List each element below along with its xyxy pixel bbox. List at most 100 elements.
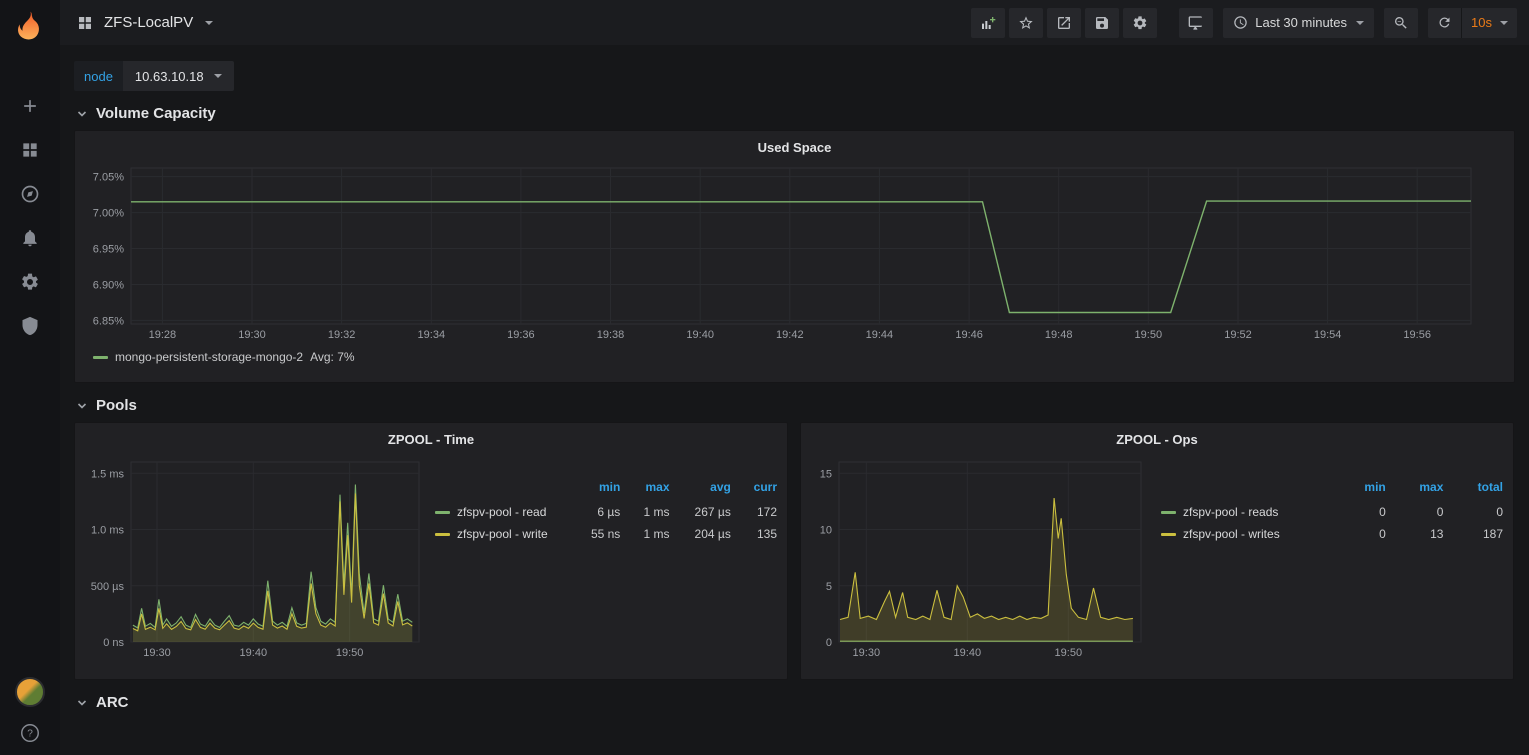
pools-panels-row: ZPOOL - Time 19:3019:4019:501.5 ms1.0 ms… [74, 422, 1515, 680]
legend-column-header[interactable]: avg [670, 478, 731, 501]
legend-value: 172 [731, 501, 777, 523]
legend-row: zfspv-pool - write55 ns1 ms204 µs135 [435, 523, 777, 545]
refresh-now-button[interactable] [1428, 8, 1461, 38]
grafana-app: ? ZFS-LocalPV [0, 0, 1529, 755]
sidebar-bottom: ? [15, 677, 45, 743]
refresh-interval-label: 10s [1471, 15, 1492, 30]
dashboard-grid-icon [76, 14, 94, 32]
gear-icon [20, 272, 40, 292]
series-color-swatch [1161, 533, 1176, 536]
row-header-pools[interactable]: Pools [74, 383, 1515, 422]
legend-column-spacer [1161, 478, 1332, 501]
sidebar-item-explore[interactable] [18, 184, 42, 204]
chevron-down-icon [1356, 21, 1364, 25]
legend-value: 0 [1386, 501, 1444, 523]
y-tick-label: 1.5 ms [91, 468, 125, 480]
panel-title[interactable]: ZPOOL - Ops [809, 429, 1505, 452]
plot-frame [131, 462, 419, 642]
zpool-time-legend: minmaxavgcurrzfspv-pool - read6 µs1 ms26… [425, 452, 779, 545]
bell-icon [20, 228, 40, 248]
series-color-swatch [435, 511, 450, 514]
legend-series-name[interactable]: zfspv-pool - writes [1183, 527, 1280, 541]
user-avatar[interactable] [15, 677, 45, 707]
legend-column-header[interactable]: max [620, 478, 669, 501]
refresh-picker[interactable]: 10s [1428, 8, 1517, 38]
x-tick-label: 19:30 [143, 647, 171, 659]
legend-row: zfspv-pool - writes013187 [1161, 523, 1503, 545]
variable-value-dropdown[interactable]: 10.63.10.18 [123, 61, 234, 91]
submenu-row: node 10.63.10.18 [74, 61, 1515, 91]
y-tick-label: 500 µs [91, 581, 125, 593]
legend-column-header[interactable]: min [567, 478, 620, 501]
legend-stat: Avg: 7% [310, 350, 354, 364]
y-tick-label: 5 [826, 581, 832, 593]
y-tick-label: 6.95% [93, 244, 124, 256]
chevron-down-icon [76, 108, 88, 120]
y-tick-label: 10 [820, 525, 832, 537]
navbar: ZFS-LocalPV [60, 0, 1529, 45]
legend-series-name[interactable]: mongo-persistent-storage-mongo-2 [115, 350, 303, 364]
y-tick-label: 6.90% [93, 280, 124, 292]
x-tick-label: 19:52 [1224, 329, 1252, 341]
zpool-ops-chart[interactable]: 19:3019:4019:50151050 [809, 452, 1151, 664]
legend-series-name[interactable]: zfspv-pool - read [457, 505, 546, 519]
star-dashboard-button[interactable] [1009, 8, 1043, 38]
zpool-ops-legend: minmaxtotalzfspv-pool - reads000zfspv-po… [1151, 452, 1505, 545]
sidebar-item-help[interactable]: ? [18, 723, 42, 743]
legend-column-header[interactable]: total [1443, 478, 1503, 501]
legend-table: minmaxtotalzfspv-pool - reads000zfspv-po… [1161, 478, 1503, 545]
x-tick-label: 19:28 [149, 329, 177, 341]
legend-value: 0 [1332, 501, 1386, 523]
y-tick-label: 0 [826, 637, 832, 649]
sidebar-item-dashboards[interactable] [18, 140, 42, 160]
share-dashboard-button[interactable] [1047, 8, 1081, 38]
x-tick-label: 19:56 [1403, 329, 1431, 341]
legend-value: 187 [1443, 523, 1503, 545]
zoom-out-icon [1393, 15, 1409, 31]
series-color-swatch [93, 356, 108, 359]
series-color-swatch [435, 533, 450, 536]
legend-series-name[interactable]: zfspv-pool - write [457, 527, 548, 541]
time-range-picker[interactable]: Last 30 minutes [1223, 8, 1374, 38]
add-panel-button[interactable] [971, 8, 1005, 38]
sidebar-item-alerting[interactable] [18, 228, 42, 248]
dashboard-settings-button[interactable] [1123, 8, 1157, 38]
x-tick-label: 19:50 [1055, 647, 1083, 659]
gear-icon [1132, 15, 1148, 31]
legend-value: 135 [731, 523, 777, 545]
legend-column-header[interactable]: min [1332, 478, 1386, 501]
zpool-time-chart[interactable]: 19:3019:4019:501.5 ms1.0 ms500 µs0 ns [83, 452, 425, 664]
legend-column-header[interactable]: curr [731, 478, 777, 501]
x-tick-label: 19:50 [336, 647, 364, 659]
refresh-interval-button[interactable]: 10s [1462, 8, 1517, 38]
panel-used-space: Used Space 19:2819:3019:3219:3419:3619:3… [74, 130, 1515, 383]
y-tick-label: 7.05% [93, 172, 124, 184]
cycle-view-mode-button[interactable] [1179, 8, 1213, 38]
legend-row: zfspv-pool - reads000 [1161, 501, 1503, 523]
row-header-arc[interactable]: ARC [74, 680, 1515, 719]
x-tick-label: 19:40 [954, 647, 982, 659]
x-tick-label: 19:32 [328, 329, 356, 341]
main-area: ZFS-LocalPV [60, 0, 1529, 755]
template-variable-node: node 10.63.10.18 [74, 61, 234, 91]
panel-title[interactable]: Used Space [83, 137, 1506, 160]
star-icon [1018, 15, 1034, 31]
x-tick-label: 19:44 [866, 329, 894, 341]
save-dashboard-button[interactable] [1085, 8, 1119, 38]
sidebar-item-create[interactable] [18, 96, 42, 116]
legend-column-header[interactable]: max [1386, 478, 1444, 501]
row-title: ARC [96, 694, 129, 711]
used-space-chart[interactable]: 19:2819:3019:3219:3419:3619:3819:4019:42… [83, 160, 1505, 346]
dashboard-title-button[interactable]: ZFS-LocalPV [76, 14, 213, 32]
legend-item[interactable]: mongo-persistent-storage-mongo-2 Avg: 7% [93, 350, 355, 364]
sidebar-item-server-admin[interactable] [18, 316, 42, 336]
chevron-down-icon [76, 400, 88, 412]
zoom-out-time-button[interactable] [1384, 8, 1418, 38]
sidebar-item-configuration[interactable] [18, 272, 42, 292]
grafana-logo[interactable] [0, 0, 60, 52]
legend-series-name[interactable]: zfspv-pool - reads [1183, 505, 1278, 519]
series-color-swatch [1161, 511, 1176, 514]
panel-title[interactable]: ZPOOL - Time [83, 429, 779, 452]
row-title: Pools [96, 397, 137, 414]
row-header-volume-capacity[interactable]: Volume Capacity [74, 91, 1515, 130]
